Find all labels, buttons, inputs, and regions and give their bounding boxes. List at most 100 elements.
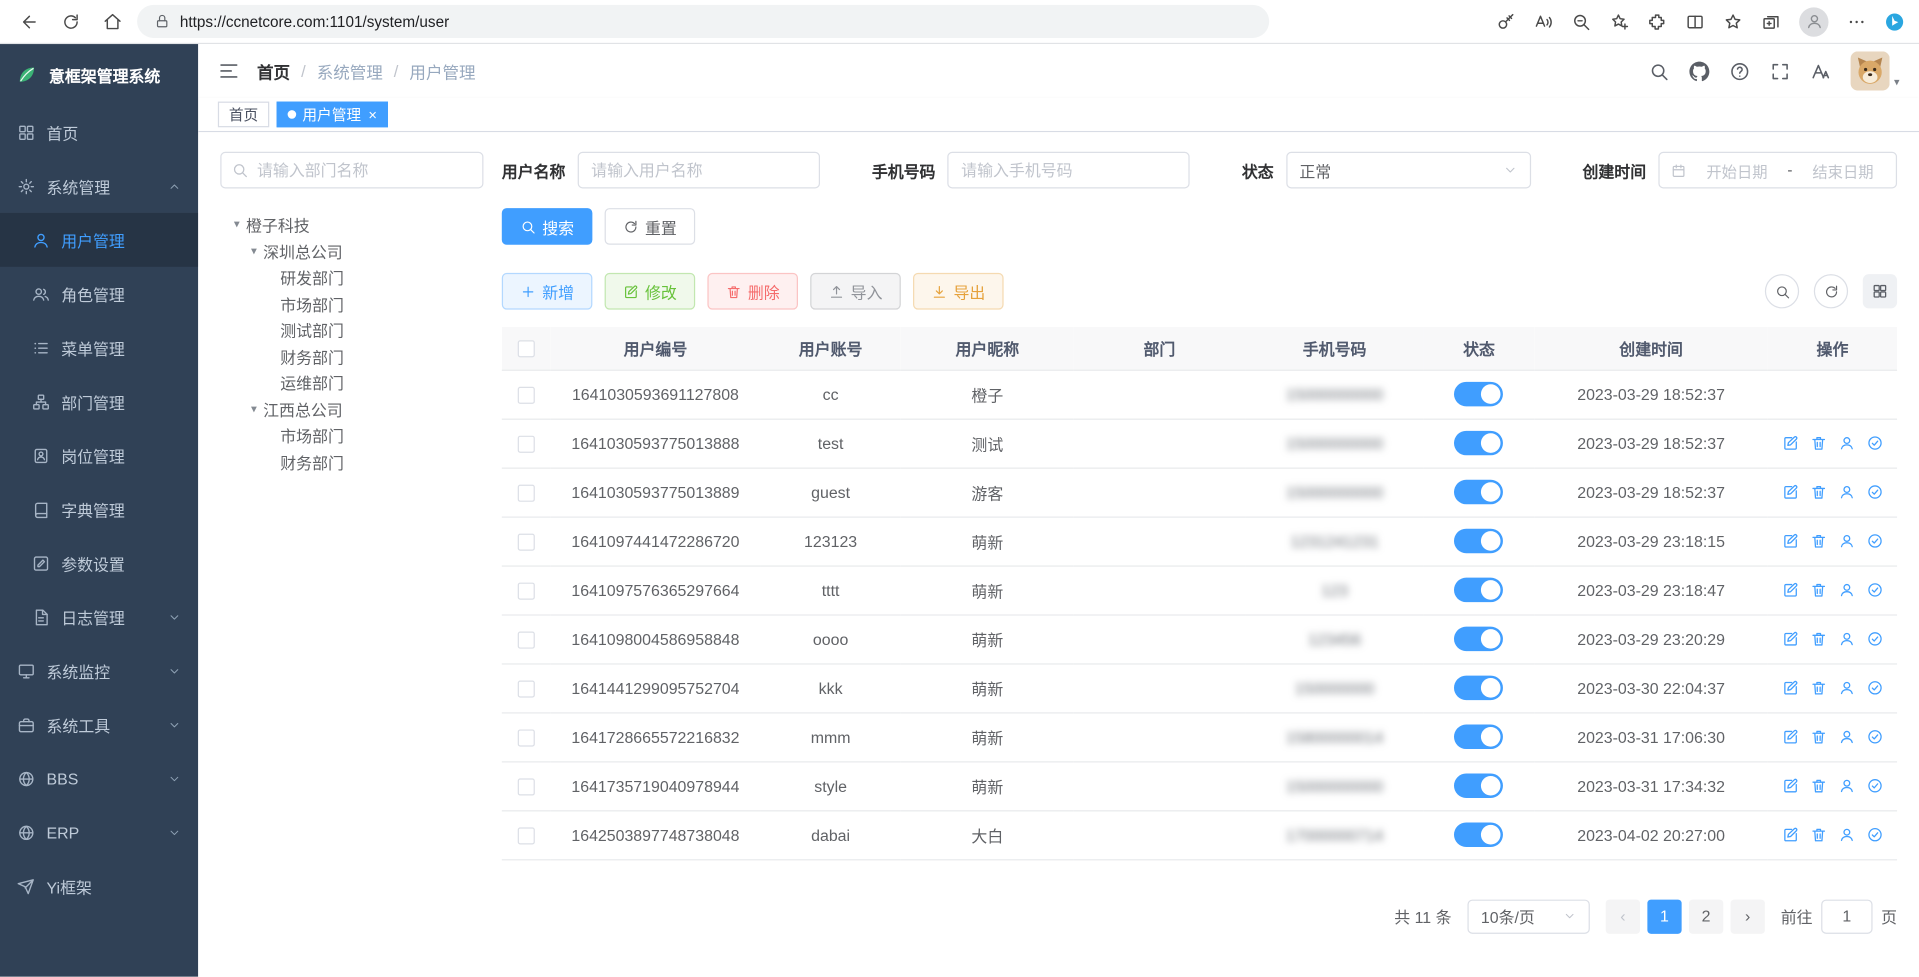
edit-user-icon[interactable]	[1782, 777, 1799, 794]
add-button[interactable]: 新增	[502, 273, 593, 310]
phone-input[interactable]	[948, 152, 1190, 189]
row-checkbox[interactable]	[518, 386, 535, 403]
delete-user-icon[interactable]	[1810, 630, 1827, 647]
fullscreen-icon[interactable]	[1770, 61, 1791, 82]
edit-user-icon[interactable]	[1782, 630, 1799, 647]
sidebar-item-dept-management[interactable]: 部门管理	[0, 375, 198, 429]
sidebar-item-bbs[interactable]: BBS	[0, 751, 198, 805]
column-settings-button[interactable]	[1863, 274, 1897, 308]
status-toggle[interactable]	[1455, 676, 1504, 700]
assign-role-icon[interactable]	[1866, 581, 1883, 598]
tree-node[interactable]: 测试部门	[220, 317, 483, 343]
assign-role-icon[interactable]	[1866, 728, 1883, 745]
tree-node[interactable]: ▾江西总公司	[220, 396, 483, 422]
status-toggle[interactable]	[1455, 725, 1504, 749]
tab-home[interactable]: 首页	[218, 102, 269, 128]
delete-user-icon[interactable]	[1810, 777, 1827, 794]
row-checkbox[interactable]	[518, 680, 535, 697]
breadcrumb-item[interactable]: 首页	[257, 59, 290, 83]
delete-button[interactable]: 删除	[707, 273, 798, 310]
delete-user-icon[interactable]	[1810, 679, 1827, 696]
goto-page-input[interactable]	[1821, 899, 1872, 933]
browser-star-plus-icon[interactable]	[1609, 12, 1629, 32]
sidebar-item-dict-management[interactable]: 字典管理	[0, 482, 198, 536]
edit-user-icon[interactable]	[1782, 532, 1799, 549]
sidebar-item-log-management[interactable]: 日志管理	[0, 590, 198, 644]
caret-down-icon[interactable]: ▾	[245, 244, 263, 257]
sidebar-item-user-management[interactable]: 用户管理	[0, 213, 198, 267]
sidebar-item-role-management[interactable]: 角色管理	[0, 267, 198, 321]
edit-user-icon[interactable]	[1782, 483, 1799, 500]
reset-password-icon[interactable]	[1838, 728, 1855, 745]
delete-user-icon[interactable]	[1810, 826, 1827, 843]
delete-user-icon[interactable]	[1810, 581, 1827, 598]
sidebar-item-home[interactable]: 首页	[0, 105, 198, 159]
prev-page-button[interactable]: ‹	[1606, 899, 1640, 933]
dept-search-input[interactable]	[220, 152, 483, 189]
delete-user-icon[interactable]	[1810, 434, 1827, 451]
close-icon[interactable]: ×	[368, 107, 377, 122]
page-number-button[interactable]: 1	[1647, 899, 1681, 933]
browser-split-icon[interactable]	[1685, 12, 1705, 32]
reset-password-icon[interactable]	[1838, 434, 1855, 451]
tree-node[interactable]: 财务部门	[220, 343, 483, 369]
table-refresh-button[interactable]	[1814, 274, 1848, 308]
page-size-select[interactable]: 10条/页	[1467, 899, 1589, 933]
reset-password-icon[interactable]	[1838, 483, 1855, 500]
status-toggle[interactable]	[1455, 774, 1504, 798]
reset-button[interactable]: 重置	[605, 208, 696, 245]
font-size-icon[interactable]	[1811, 61, 1832, 82]
question-icon[interactable]	[1730, 61, 1751, 82]
sidebar-item-menu-management[interactable]: 菜单管理	[0, 321, 198, 375]
assign-role-icon[interactable]	[1866, 826, 1883, 843]
edit-user-icon[interactable]	[1782, 826, 1799, 843]
caret-down-icon[interactable]: ▾	[245, 402, 263, 415]
status-toggle[interactable]	[1455, 382, 1504, 406]
sidebar-toggle-icon[interactable]	[218, 60, 240, 82]
tree-node[interactable]: ▾深圳总公司	[220, 238, 483, 264]
tree-node[interactable]: 财务部门	[220, 449, 483, 475]
url-bar[interactable]: https://ccnetcore.com:1101/system/user	[137, 5, 1269, 38]
assign-role-icon[interactable]	[1866, 777, 1883, 794]
browser-collections-icon[interactable]	[1761, 12, 1781, 32]
import-button[interactable]: 导入	[810, 273, 901, 310]
reset-password-icon[interactable]	[1838, 581, 1855, 598]
search-icon[interactable]	[1649, 61, 1670, 82]
row-checkbox[interactable]	[518, 484, 535, 501]
status-toggle[interactable]	[1455, 480, 1504, 504]
row-checkbox[interactable]	[518, 582, 535, 599]
next-page-button[interactable]: ›	[1731, 899, 1765, 933]
reset-password-icon[interactable]	[1838, 777, 1855, 794]
user-menu[interactable]: ▾	[1851, 51, 1899, 90]
tree-node[interactable]: ▾橙子科技	[220, 212, 483, 238]
browser-key-icon[interactable]	[1496, 12, 1516, 32]
tree-node[interactable]: 研发部门	[220, 264, 483, 290]
avatar[interactable]	[1851, 51, 1890, 90]
edit-user-icon[interactable]	[1782, 581, 1799, 598]
edit-user-icon[interactable]	[1782, 434, 1799, 451]
browser-dots-icon[interactable]	[1847, 12, 1867, 32]
status-toggle[interactable]	[1455, 529, 1504, 553]
row-checkbox[interactable]	[518, 729, 535, 746]
tab-user-management[interactable]: 用户管理×	[277, 102, 388, 128]
browser-home-icon[interactable]	[103, 12, 123, 32]
assign-role-icon[interactable]	[1866, 532, 1883, 549]
tree-node[interactable]: 市场部门	[220, 291, 483, 317]
status-toggle[interactable]	[1455, 578, 1504, 602]
browser-bing-icon[interactable]	[1885, 12, 1905, 32]
delete-user-icon[interactable]	[1810, 532, 1827, 549]
row-checkbox[interactable]	[518, 631, 535, 648]
table-search-button[interactable]	[1765, 274, 1799, 308]
reset-password-icon[interactable]	[1838, 679, 1855, 696]
delete-user-icon[interactable]	[1810, 728, 1827, 745]
reset-password-icon[interactable]	[1838, 630, 1855, 647]
username-input[interactable]	[578, 152, 820, 189]
browser-zoom-out-icon[interactable]	[1571, 12, 1591, 32]
reset-password-icon[interactable]	[1838, 532, 1855, 549]
row-checkbox[interactable]	[518, 533, 535, 550]
delete-user-icon[interactable]	[1810, 483, 1827, 500]
tree-node[interactable]: 市场部门	[220, 422, 483, 448]
caret-down-icon[interactable]: ▾	[228, 218, 246, 231]
page-number-button[interactable]: 2	[1689, 899, 1723, 933]
edit-user-icon[interactable]	[1782, 679, 1799, 696]
